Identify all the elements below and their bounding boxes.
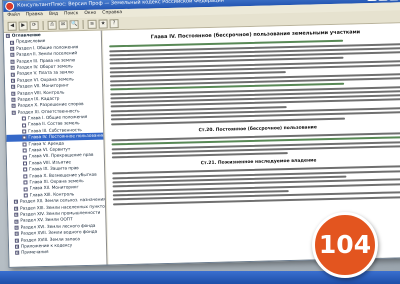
menu-view[interactable]: Вид bbox=[49, 11, 58, 19]
app-logo-icon bbox=[5, 1, 15, 11]
expand-icon[interactable] bbox=[23, 167, 28, 172]
tree-item-label: Примечания bbox=[21, 249, 49, 255]
maximize-button[interactable]: □ bbox=[377, 0, 389, 1]
expand-icon[interactable] bbox=[23, 180, 28, 185]
expand-icon[interactable]: + bbox=[14, 244, 20, 249]
text-block bbox=[112, 165, 400, 205]
expand-icon[interactable]: + bbox=[13, 200, 18, 205]
expand-icon[interactable] bbox=[21, 116, 26, 121]
expand-icon[interactable] bbox=[23, 186, 28, 192]
expand-icon[interactable] bbox=[23, 174, 28, 179]
expand-icon[interactable]: + bbox=[14, 231, 19, 237]
expand-icon[interactable]: + bbox=[14, 212, 19, 217]
refresh-icon[interactable]: ⟳ bbox=[29, 21, 39, 31]
expand-icon[interactable]: + bbox=[11, 85, 16, 90]
expand-icon[interactable]: + bbox=[11, 91, 16, 96]
print-icon[interactable]: ⎙ bbox=[47, 20, 57, 30]
tree-item[interactable]: + Примечания bbox=[9, 248, 106, 257]
expand-icon[interactable]: + bbox=[10, 78, 16, 83]
expand-icon[interactable]: + bbox=[11, 104, 16, 109]
text-block bbox=[111, 132, 400, 159]
expand-icon[interactable] bbox=[22, 129, 27, 134]
page-number-badge: 104 bbox=[312, 212, 378, 278]
document-tree[interactable]: + Оглавление + Предисловие + Раздел I. Общие … bbox=[3, 30, 108, 267]
text-block bbox=[109, 72, 400, 126]
expand-icon[interactable]: + bbox=[14, 206, 19, 211]
expand-icon[interactable] bbox=[22, 142, 27, 147]
expand-icon[interactable] bbox=[22, 161, 28, 166]
minimize-button[interactable]: _ bbox=[366, 0, 378, 2]
help-icon[interactable]: ? bbox=[109, 19, 119, 29]
window-controls: _ □ × bbox=[366, 0, 400, 2]
toolbar-divider bbox=[82, 20, 84, 30]
folder-icon[interactable]: + bbox=[5, 34, 10, 39]
expand-icon[interactable]: + bbox=[11, 97, 16, 102]
toolbar-divider bbox=[42, 20, 44, 31]
expand-icon[interactable]: + bbox=[9, 40, 15, 45]
expand-icon[interactable]: + bbox=[11, 110, 16, 115]
text-block bbox=[109, 39, 400, 78]
photo-scene: КонсультантПлюс: Версия Проф — Земельный… bbox=[0, 0, 400, 284]
bookmark-icon[interactable]: ★ bbox=[98, 19, 108, 29]
expand-icon[interactable] bbox=[22, 148, 27, 153]
expand-icon[interactable]: + bbox=[10, 72, 15, 77]
expand-icon[interactable]: + bbox=[10, 46, 15, 51]
expand-icon[interactable]: + bbox=[10, 59, 15, 64]
expand-icon[interactable] bbox=[22, 155, 27, 160]
list-icon[interactable]: ≡ bbox=[87, 19, 97, 29]
expand-icon[interactable]: + bbox=[10, 53, 15, 58]
expand-icon[interactable]: + bbox=[10, 65, 15, 70]
expand-icon[interactable] bbox=[23, 193, 28, 198]
close-button[interactable]: × bbox=[388, 0, 400, 1]
expand-icon[interactable] bbox=[22, 123, 27, 128]
expand-icon[interactable]: + bbox=[14, 238, 19, 243]
expand-icon[interactable]: + bbox=[14, 225, 19, 230]
expand-icon[interactable]: + bbox=[14, 219, 19, 224]
forward-icon[interactable]: ▶ bbox=[18, 21, 28, 31]
search-icon[interactable]: 🔍 bbox=[69, 20, 79, 30]
mail-icon[interactable]: ✉ bbox=[58, 20, 68, 30]
back-icon[interactable]: ◀ bbox=[7, 21, 17, 31]
expand-icon[interactable]: + bbox=[15, 251, 20, 256]
expand-icon[interactable] bbox=[22, 135, 27, 140]
